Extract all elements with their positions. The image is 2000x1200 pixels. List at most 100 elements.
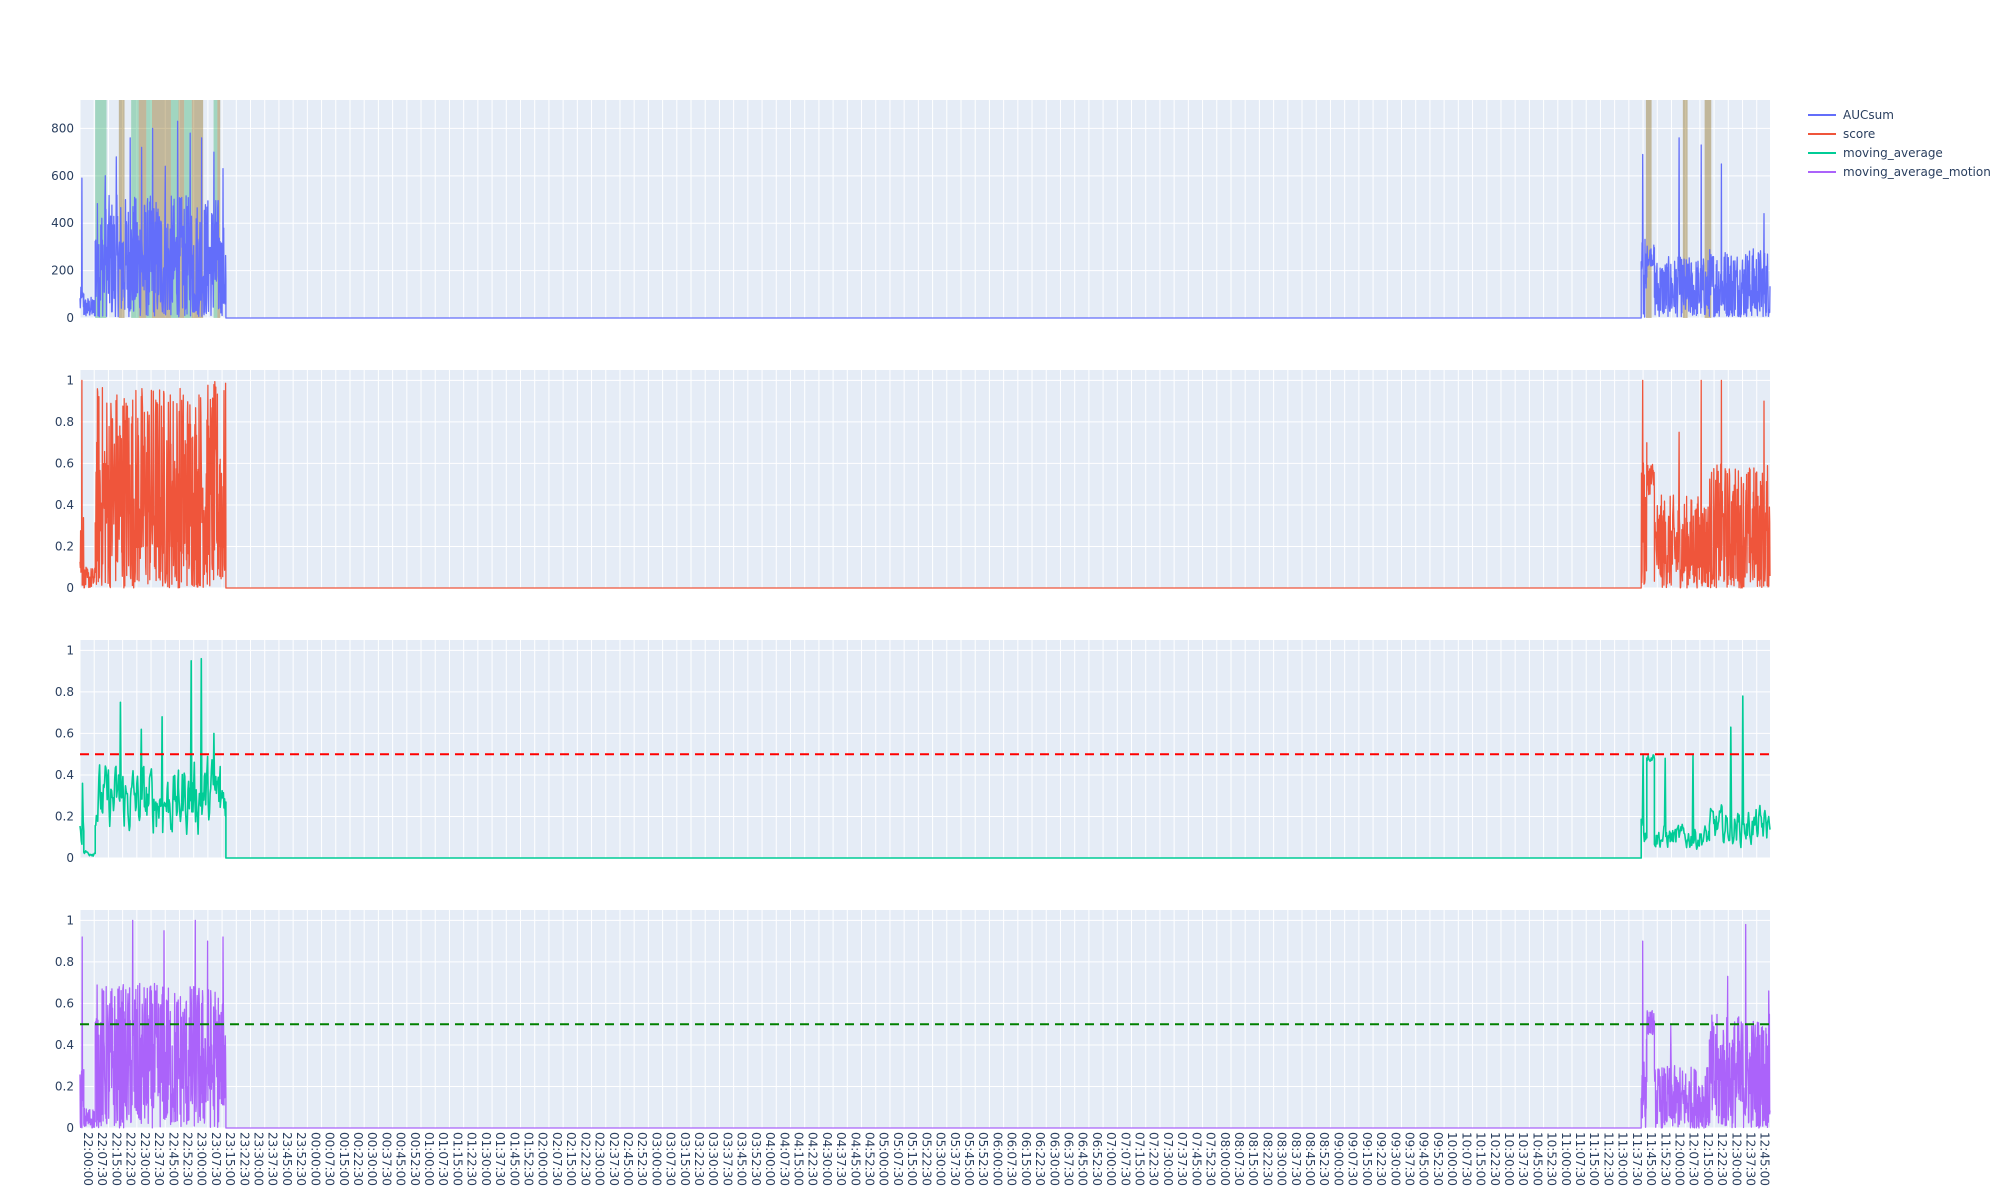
x-tick-label: 04:45:00: [848, 1132, 862, 1186]
x-tick-label: 00:07:30: [323, 1132, 337, 1186]
plot-background: [80, 910, 1770, 1128]
plot-background: [80, 100, 1770, 318]
x-tick-label: 00:00:00: [308, 1132, 322, 1186]
panel-score: 0 0.2 0.4 0.6 0.8 1: [55, 370, 1771, 595]
y-tick-label: 0: [66, 581, 74, 595]
y-tick-label: 0.8: [55, 955, 74, 969]
x-tick-label: 11:30:00: [1616, 1132, 1630, 1186]
x-tick-label: 23:00:00: [195, 1132, 209, 1186]
x-tick-label: 05:15:00: [905, 1132, 919, 1186]
x-tick-label: 07:45:00: [1189, 1132, 1203, 1186]
y-tick-label: 0: [66, 851, 74, 865]
x-tick-label: 10:00:00: [1445, 1132, 1459, 1186]
legend[interactable]: AUCsum score moving_average moving_average_…: [1808, 108, 1991, 179]
x-tick-label: 22:15:00: [109, 1132, 123, 1186]
x-tick-label: 02:37:30: [607, 1132, 621, 1186]
x-tick-label: 03:15:00: [678, 1132, 692, 1186]
x-tick-label: 11:15:00: [1587, 1132, 1601, 1186]
x-tick-label: 07:15:00: [1133, 1132, 1147, 1186]
x-tick-label: 05:37:30: [948, 1132, 962, 1186]
y-tick-label: 0.4: [55, 498, 74, 512]
x-tick-label: 06:52:30: [1090, 1132, 1104, 1186]
x-tick-label: 09:07:30: [1346, 1132, 1360, 1186]
x-tick-label: 00:30:00: [365, 1132, 379, 1186]
panel-moving_average: 0 0.2 0.4 0.6 0.8 1: [55, 640, 1771, 865]
chart-root: 0 200 400 600 800 0 0.2 0.4 0.6 0.8 1 0 0.2 0.4 0.6 0.8…: [51, 100, 1991, 1186]
x-tick-label: 05:30:00: [934, 1132, 948, 1186]
y-tick-label: 400: [51, 216, 74, 230]
x-tick-label: 02:45:00: [621, 1132, 635, 1186]
x-tick-label: 06:22:30: [1033, 1132, 1047, 1186]
y-tick-label: 0.8: [55, 415, 74, 429]
x-tick-label: 10:37:30: [1516, 1132, 1530, 1186]
x-tick-label: 00:15:00: [337, 1132, 351, 1186]
x-tick-label: 11:00:00: [1559, 1132, 1573, 1186]
x-tick-label: 12:15:00: [1701, 1132, 1715, 1186]
x-tick-label: 03:30:00: [706, 1132, 720, 1186]
x-tick-label: 22:30:00: [138, 1132, 152, 1186]
x-tick-label: 02:07:30: [550, 1132, 564, 1186]
x-tick-label: 04:37:30: [834, 1132, 848, 1186]
x-tick-label: 05:22:30: [919, 1132, 933, 1186]
x-tick-label: 09:15:00: [1360, 1132, 1374, 1186]
x-tick-label: 23:37:30: [266, 1132, 280, 1186]
x-tick-label: 00:52:30: [408, 1132, 422, 1186]
x-tick-label: 08:45:00: [1303, 1132, 1317, 1186]
x-tick-label: 10:52:30: [1545, 1132, 1559, 1186]
y-tick-label: 600: [51, 169, 74, 183]
x-tick-label: 07:52:30: [1204, 1132, 1218, 1186]
y-tick-label: 1: [66, 913, 74, 927]
x-tick-label: 07:00:00: [1104, 1132, 1118, 1186]
x-tick-label: 01:22:30: [465, 1132, 479, 1186]
x-tick-label: 00:45:00: [394, 1132, 408, 1186]
x-tick-label: 02:22:30: [578, 1132, 592, 1186]
x-tick-label: 01:30:00: [479, 1132, 493, 1186]
x-tick-label: 04:52:30: [863, 1132, 877, 1186]
x-tick-label: 22:00:00: [81, 1132, 95, 1186]
x-tick-label: 03:22:30: [692, 1132, 706, 1186]
y-tick-label: 0.2: [55, 1079, 74, 1093]
x-tick-label: 09:52:30: [1431, 1132, 1445, 1186]
x-tick-label: 08:30:00: [1275, 1132, 1289, 1186]
x-tick-label: 08:07:30: [1232, 1132, 1246, 1186]
x-tick-label: 04:00:00: [763, 1132, 777, 1186]
x-tick-label: 06:00:00: [990, 1132, 1004, 1186]
x-tick-label: 04:15:00: [792, 1132, 806, 1186]
x-tick-label: 22:07:30: [95, 1132, 109, 1186]
x-tick-label: 11:52:30: [1658, 1132, 1672, 1186]
plot-background: [80, 370, 1770, 588]
x-tick-label: 11:07:30: [1573, 1132, 1587, 1186]
x-tick-label: 01:00:00: [422, 1132, 436, 1186]
x-tick-label: 10:45:00: [1530, 1132, 1544, 1186]
x-axis: 22:00:00 22:07:30 22:15:00 22:22:30 22:30:00…: [81, 1132, 1772, 1186]
x-tick-label: 01:15:00: [451, 1132, 465, 1186]
legend-item-AUCsum[interactable]: AUCsum: [1808, 108, 1894, 122]
x-tick-label: 23:30:00: [252, 1132, 266, 1186]
x-tick-label: 01:45:00: [507, 1132, 521, 1186]
x-tick-label: 04:07:30: [777, 1132, 791, 1186]
legend-label: moving_average: [1843, 146, 1943, 160]
y-tick-label: 0.6: [55, 456, 74, 470]
x-tick-label: 05:52:30: [976, 1132, 990, 1186]
x-tick-label: 22:22:30: [124, 1132, 138, 1186]
x-tick-label: 06:30:00: [1047, 1132, 1061, 1186]
x-tick-label: 03:07:30: [664, 1132, 678, 1186]
x-tick-label: 11:22:30: [1601, 1132, 1615, 1186]
x-tick-label: 10:07:30: [1459, 1132, 1473, 1186]
x-tick-label: 23:22:30: [237, 1132, 251, 1186]
x-tick-label: 03:37:30: [720, 1132, 734, 1186]
legend-item-score[interactable]: score: [1808, 127, 1875, 141]
x-tick-label: 09:45:00: [1417, 1132, 1431, 1186]
y-tick-label: 0.2: [55, 809, 74, 823]
x-tick-label: 04:30:00: [820, 1132, 834, 1186]
x-tick-label: 03:45:00: [735, 1132, 749, 1186]
legend-item-moving_average_motion[interactable]: moving_average_motion: [1808, 165, 1991, 179]
x-tick-label: 23:15:00: [223, 1132, 237, 1186]
x-tick-label: 07:22:30: [1147, 1132, 1161, 1186]
x-tick-label: 09:37:30: [1403, 1132, 1417, 1186]
y-tick-label: 0.6: [55, 996, 74, 1010]
x-tick-label: 09:30:00: [1388, 1132, 1402, 1186]
x-tick-label: 23:52:30: [294, 1132, 308, 1186]
legend-item-moving_average[interactable]: moving_average: [1808, 146, 1943, 160]
x-tick-label: 07:07:30: [1118, 1132, 1132, 1186]
